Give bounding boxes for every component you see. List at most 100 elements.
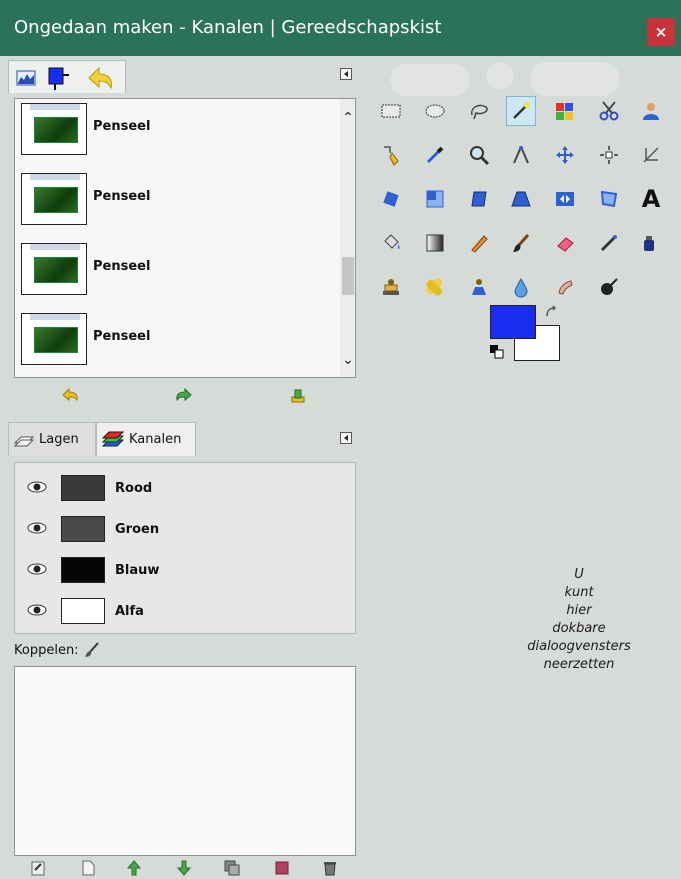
eye-icon[interactable]: [27, 602, 47, 618]
channel-thumbnail: [61, 598, 105, 624]
undo-panel-tabs: [8, 60, 126, 93]
list-item[interactable]: Penseel: [21, 173, 321, 225]
channel-label: Rood: [115, 481, 153, 496]
undo-item-label: Penseel: [93, 329, 151, 344]
channel-row-groen[interactable]: Groen: [15, 510, 355, 550]
panel-menu-icon: [344, 71, 348, 77]
paintbrush-tool-icon[interactable]: [506, 228, 536, 258]
paths-icon[interactable]: [376, 140, 406, 170]
ellipse-select-icon[interactable]: [420, 96, 450, 126]
channel-thumbnail: [61, 557, 105, 583]
align-icon[interactable]: [594, 140, 624, 170]
paintbrush-icon[interactable]: [83, 641, 101, 659]
channels-icon: [101, 431, 125, 446]
channel-to-selection-button[interactable]: [272, 858, 292, 878]
undo-item-label: Penseel: [93, 259, 151, 274]
dock-hint-line: dokbare: [552, 621, 606, 636]
raise-channel-button[interactable]: [124, 858, 144, 878]
blur-icon[interactable]: [506, 272, 536, 302]
scale-icon[interactable]: [420, 184, 450, 214]
swap-colors-icon[interactable]: [544, 305, 558, 319]
clone-icon[interactable]: [376, 272, 406, 302]
channels-panel-tabs: Lagen Kanalen: [8, 422, 198, 456]
airbrush-icon[interactable]: [594, 228, 624, 258]
channel-label: Groen: [115, 522, 160, 537]
text-tool-glyph: A: [641, 185, 661, 213]
lower-channel-icon: [177, 860, 191, 876]
default-colors-icon[interactable]: [490, 345, 504, 359]
zoom-icon[interactable]: [464, 140, 494, 170]
foreground-select-icon[interactable]: [636, 96, 666, 126]
smudge-icon[interactable]: [550, 272, 580, 302]
dock-hint-line: hier: [566, 603, 592, 618]
undo-thumbnail: [21, 173, 87, 225]
dock-hint-line: dialoogvensters: [527, 639, 631, 654]
dock-hint-line: U: [574, 567, 584, 582]
tab-label: Kanalen: [129, 432, 182, 447]
ink-icon[interactable]: [636, 228, 666, 258]
list-item[interactable]: Penseel: [21, 103, 321, 155]
fuzzy-select-icon[interactable]: [506, 96, 536, 126]
undo-panel-menu-button[interactable]: [340, 68, 352, 80]
redo-button[interactable]: [172, 384, 196, 406]
list-item[interactable]: Penseel: [21, 313, 321, 365]
scroll-thumb[interactable]: [342, 257, 354, 295]
delete-channel-button[interactable]: [320, 858, 340, 878]
free-select-icon[interactable]: [464, 96, 494, 126]
dock-hint-line: neerzetten: [543, 657, 615, 672]
fg-bg-color-icon[interactable]: [43, 65, 73, 91]
list-item[interactable]: Penseel: [21, 243, 321, 295]
scroll-up-icon[interactable]: ⌃: [342, 111, 354, 125]
tab-label: Lagen: [39, 432, 79, 447]
foreground-color[interactable]: [490, 305, 536, 339]
scissors-select-icon[interactable]: [594, 96, 624, 126]
undo-history-list[interactable]: Penseel Penseel Penseel Penseel ⌃ ⌄: [14, 98, 356, 378]
eraser-icon[interactable]: [550, 228, 580, 258]
eye-icon[interactable]: [27, 479, 47, 495]
clear-history-icon: [291, 389, 305, 403]
perspective-clone-icon[interactable]: [464, 272, 494, 302]
duplicate-channel-button[interactable]: [222, 858, 242, 878]
bucket-fill-icon[interactable]: [376, 228, 406, 258]
rect-select-icon[interactable]: [376, 96, 406, 126]
channels-list[interactable]: Rood Groen Blauw Alfa: [14, 462, 356, 634]
undo-scrollbar[interactable]: ⌃ ⌄: [340, 99, 355, 377]
clear-history-button[interactable]: [286, 384, 310, 406]
crop-icon[interactable]: [636, 140, 666, 170]
panel-menu-icon: [344, 435, 348, 441]
undo-history-icon[interactable]: [83, 63, 119, 93]
heal-icon[interactable]: [420, 272, 450, 302]
scroll-down-icon[interactable]: ⌄: [342, 353, 354, 367]
histogram-icon[interactable]: [13, 65, 39, 91]
cage-icon[interactable]: [594, 184, 624, 214]
move-icon[interactable]: [550, 140, 580, 170]
close-button[interactable]: ×: [647, 18, 675, 46]
channel-row-rood[interactable]: Rood: [15, 469, 355, 509]
lower-channel-button[interactable]: [174, 858, 194, 878]
tab-kanalen[interactable]: Kanalen: [96, 422, 196, 456]
dodge-burn-icon[interactable]: [594, 272, 624, 302]
rotate-icon[interactable]: [376, 184, 406, 214]
text-icon[interactable]: A: [636, 184, 666, 214]
shear-icon[interactable]: [464, 184, 494, 214]
pencil-icon[interactable]: [464, 228, 494, 258]
blend-icon[interactable]: [420, 228, 450, 258]
edit-channel-button[interactable]: [28, 858, 48, 878]
channel-thumbnail: [61, 516, 105, 542]
perspective-icon[interactable]: [506, 184, 536, 214]
channels-panel-menu-button[interactable]: [340, 432, 352, 444]
eye-icon[interactable]: [27, 520, 47, 536]
eye-icon[interactable]: [27, 561, 47, 577]
undo-button[interactable]: [58, 384, 82, 406]
channel-row-blauw[interactable]: Blauw: [15, 551, 355, 591]
new-channel-button[interactable]: [78, 858, 98, 878]
color-picker-icon[interactable]: [420, 140, 450, 170]
link-label: Koppelen:: [14, 642, 79, 658]
new-channel-icon: [82, 860, 95, 876]
flip-icon[interactable]: [550, 184, 580, 214]
channel-row-alfa[interactable]: Alfa: [15, 592, 355, 632]
tab-lagen[interactable]: Lagen: [8, 422, 96, 456]
channel-thumbnail: [61, 475, 105, 501]
measure-icon[interactable]: [506, 140, 536, 170]
select-by-color-icon[interactable]: [550, 96, 580, 126]
